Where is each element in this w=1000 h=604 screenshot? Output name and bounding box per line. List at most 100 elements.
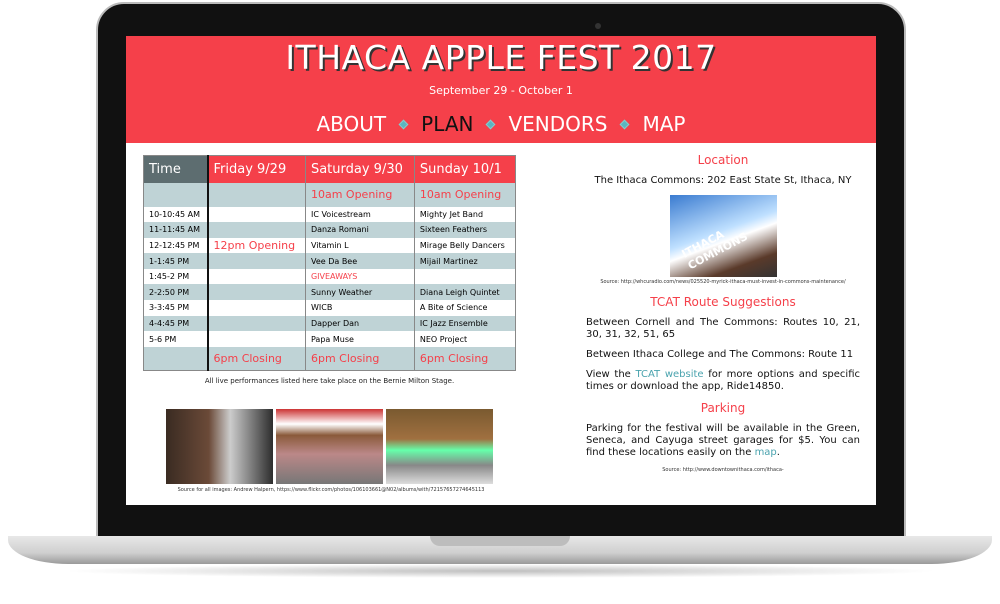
performance-cell xyxy=(207,300,306,316)
parking-info: Parking for the festival will be availab… xyxy=(586,423,860,459)
text: View the xyxy=(586,369,636,380)
performance-cell xyxy=(207,284,306,301)
performance-cell: 6pm Closing xyxy=(207,346,306,371)
performer-photo xyxy=(166,409,273,484)
performance-cell: Mijail Martinez xyxy=(413,253,516,269)
performance-cell: Sunny Weather xyxy=(304,284,415,301)
table-row: 6pm Closing 6pm Closing 6pm Closing xyxy=(143,346,516,371)
location-heading: Location xyxy=(697,153,749,167)
performance-cell: NEO Project xyxy=(413,331,516,347)
performance-cell xyxy=(207,206,306,223)
time-cell: 10-10:45 AM xyxy=(143,206,209,223)
performance-cell: Sixteen Feathers xyxy=(413,222,516,238)
time-cell: 1:45-2 PM xyxy=(143,268,209,285)
performance-cell: Mirage Belly Dancers xyxy=(413,237,516,254)
stage-photo xyxy=(276,409,383,484)
performance-cell: Danza Romani xyxy=(304,222,415,238)
time-cell xyxy=(143,182,209,207)
photo-strip xyxy=(166,409,493,484)
table-row: 1:45-2 PM GIVEAWAYS xyxy=(143,268,516,285)
tcat-website-link[interactable]: TCAT website xyxy=(635,369,703,380)
performance-cell: Vitamin L xyxy=(304,237,415,254)
performance-cell: 10am Opening xyxy=(413,182,516,207)
performance-cell xyxy=(207,268,306,285)
festival-dates: September 29 - October 1 xyxy=(429,84,573,97)
tcat-heading: TCAT Route Suggestions xyxy=(650,295,796,309)
performance-cell xyxy=(207,315,306,332)
performance-cell xyxy=(207,331,306,347)
performance-cell: 12pm Opening xyxy=(207,237,306,254)
text: Parking for the festival will be availab… xyxy=(586,423,860,458)
performance-cell: 6pm Closing xyxy=(304,346,415,371)
diamond-separator-icon xyxy=(486,119,496,129)
performance-cell: WICB xyxy=(304,300,415,316)
site-title: ITHACA APPLE FEST 2017 xyxy=(285,38,717,77)
laptop-notch xyxy=(430,536,570,546)
performance-cell: 6pm Closing xyxy=(413,346,516,371)
parking-source: Source: http://www.downtownithaca.com/it… xyxy=(662,467,784,473)
time-cell xyxy=(143,346,209,371)
performance-cell: A Bite of Science xyxy=(413,300,516,316)
photos-source: Source for all images: Andrew Halpern, h… xyxy=(177,487,485,493)
time-cell: 1-1:45 PM xyxy=(143,253,209,269)
schedule-table: Time Friday 9/29 Saturday 9/30 Sunday 10… xyxy=(143,155,516,372)
schedule-caption: All live performances listed here take p… xyxy=(204,377,455,385)
performance-cell: IC Jazz Ensemble xyxy=(413,315,516,332)
performance-cell xyxy=(207,253,306,269)
map-link[interactable]: map xyxy=(755,447,777,458)
performance-cell: Mighty Jet Band xyxy=(413,206,516,223)
time-cell: 2-2:50 PM xyxy=(143,284,209,301)
location-address: The Ithaca Commons: 202 East State St, I… xyxy=(594,175,852,186)
performance-cell: IC Voicestream xyxy=(304,206,415,223)
table-row: 11-11:45 AM Danza Romani Sixteen Feathers xyxy=(143,222,516,238)
time-cell: 3-3:45 PM xyxy=(143,300,209,316)
col-time: Time xyxy=(143,155,209,183)
text: . xyxy=(776,447,780,458)
performance-cell xyxy=(207,222,306,238)
nav-plan[interactable]: PLAN xyxy=(421,112,473,136)
col-saturday: Saturday 9/30 xyxy=(304,155,415,183)
performance-cell: Papa Muse xyxy=(304,331,415,347)
table-row: 10am Opening 10am Opening xyxy=(143,182,516,207)
performance-cell: Dapper Dan xyxy=(304,315,415,332)
main-nav: ABOUT PLAN VENDORS MAP xyxy=(126,112,876,136)
table-header-row: Time Friday 9/29 Saturday 9/30 Sunday 10… xyxy=(143,155,516,183)
time-cell: 12-12:45 PM xyxy=(143,237,209,254)
tcat-info: View the TCAT website for more options a… xyxy=(586,369,860,393)
ic-route: Between Ithaca College and The Commons: … xyxy=(586,349,854,360)
col-sunday: Sunday 10/1 xyxy=(413,155,516,183)
table-row: 12-12:45 PM 12pm Opening Vitamin L Mirage B… xyxy=(143,237,516,254)
table-row: 1-1:45 PM Vee Da Bee Mijail Martinez xyxy=(143,253,516,269)
table-row: 4-4:45 PM Dapper Dan IC Jazz Ensemble xyxy=(143,315,516,332)
time-cell: 4-4:45 PM xyxy=(143,315,209,332)
performance-cell: 10am Opening xyxy=(304,182,415,207)
time-cell: 5-6 PM xyxy=(143,331,209,347)
info-column: Location The Ithaca Commons: 202 East St… xyxy=(586,153,860,483)
nav-about[interactable]: ABOUT xyxy=(317,112,387,136)
nav-vendors[interactable]: VENDORS xyxy=(508,112,607,136)
camera xyxy=(595,23,601,29)
laptop-shadow xyxy=(60,564,940,578)
webpage: ITHACA APPLE FEST 2017 September 29 - Oc… xyxy=(126,36,876,505)
location-source: Source: http://whcuradio.com/news/025520… xyxy=(600,279,846,285)
cornell-route: Between Cornell and The Commons: Routes … xyxy=(586,317,860,340)
dancers-photo xyxy=(386,409,493,484)
commons-sign-text: ITHACA COMMONS xyxy=(679,227,750,273)
performance-cell: GIVEAWAYS xyxy=(304,268,415,285)
table-row: 10-10:45 AM IC Voicestream Mighty Jet Band xyxy=(143,206,516,223)
diamond-separator-icon xyxy=(620,119,630,129)
performance-cell xyxy=(413,268,516,285)
performance-cell: Diana Leigh Quintet xyxy=(413,284,516,301)
table-row: 3-3:45 PM WICB A Bite of Science xyxy=(143,300,516,316)
table-row: 5-6 PM Papa Muse NEO Project xyxy=(143,331,516,347)
time-cell: 11-11:45 AM xyxy=(143,222,209,238)
commons-photo: ITHACA COMMONS xyxy=(669,195,777,277)
nav-map[interactable]: MAP xyxy=(642,112,685,136)
col-friday: Friday 9/29 xyxy=(207,155,306,183)
performance-cell: Vee Da Bee xyxy=(304,253,415,269)
parking-heading: Parking xyxy=(700,401,746,415)
table-row: 2-2:50 PM Sunny Weather Diana Leigh Quinte… xyxy=(143,284,516,301)
site-header: ITHACA APPLE FEST 2017 September 29 - Oc… xyxy=(126,36,876,143)
performance-cell xyxy=(207,182,306,207)
diamond-separator-icon xyxy=(398,119,409,129)
